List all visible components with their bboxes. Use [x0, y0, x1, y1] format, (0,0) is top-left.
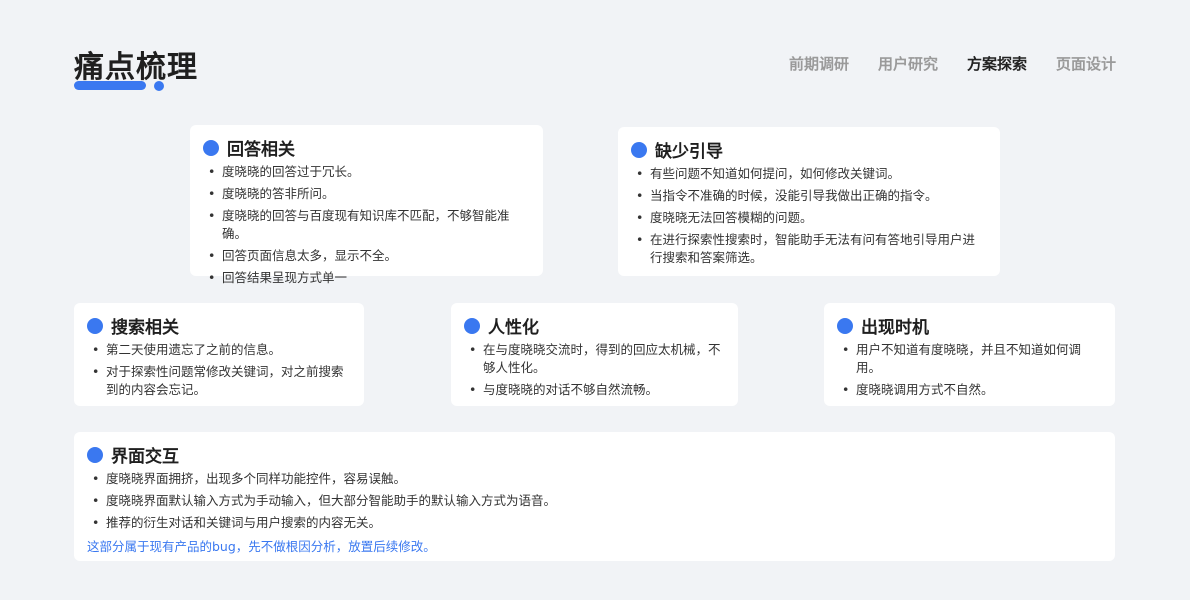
bullet-dot-icon — [87, 317, 103, 334]
card-timing: 出现时机 用户不知道有度晓晓，并且不知道如何调用。 度晓晓调用方式不自然。 — [824, 303, 1115, 406]
card-search: 搜索相关 第二天使用遗忘了之前的信息。 对于探索性问题常修改关键词，对之前搜索到… — [74, 303, 364, 406]
nav-item-solution[interactable]: 方案探索 — [967, 53, 1027, 74]
card-interface: 界面交互 度晓晓界面拥挤，出现多个同样功能控件，容易误触。 度晓晓界面默认输入方… — [74, 432, 1115, 561]
card-search-title: 搜索相关 — [111, 318, 179, 338]
card-guide-title: 缺少引导 — [655, 142, 723, 162]
card-guide: 缺少引导 有些问题不知道如何提问，如何修改关键词。 当指令不准确的时候，没能引导… — [618, 127, 1000, 276]
list-item: 在与度晓晓交流时，得到的回应太机械，不够人性化。 — [469, 341, 722, 377]
list-item: 有些问题不知道如何提问，如何修改关键词。 — [636, 165, 986, 183]
title-underline-bar — [74, 81, 146, 90]
nav-item-user-study[interactable]: 用户研究 — [878, 53, 938, 74]
card-humanize-title: 人性化 — [488, 318, 539, 338]
bullet-dot-icon — [87, 446, 103, 463]
list-item: 当指令不准确的时候，没能引导我做出正确的指令。 — [636, 187, 986, 205]
card-search-list: 第二天使用遗忘了之前的信息。 对于探索性问题常修改关键词，对之前搜索到的内容会忘… — [92, 341, 344, 403]
list-item: 推荐的衍生对话和关键词与用户搜索的内容无关。 — [92, 514, 1105, 532]
card-humanize-list: 在与度晓晓交流时，得到的回应太机械，不够人性化。 与度晓晓的对话不够自然流畅。 — [469, 341, 722, 403]
card-interface-title: 界面交互 — [111, 447, 179, 467]
list-item: 对于探索性问题常修改关键词，对之前搜索到的内容会忘记。 — [92, 363, 344, 399]
bullet-dot-icon — [837, 317, 853, 334]
card-guide-header: 缺少引导 — [631, 137, 723, 162]
card-timing-header: 出现时机 — [837, 313, 929, 338]
list-item: 第二天使用遗忘了之前的信息。 — [92, 341, 344, 359]
card-timing-list: 用户不知道有度晓晓，并且不知道如何调用。 度晓晓调用方式不自然。 — [842, 341, 1105, 403]
bullet-dot-icon — [464, 317, 480, 334]
list-item: 度晓晓界面拥挤，出现多个同样功能控件，容易误触。 — [92, 470, 1105, 488]
list-item: 度晓晓的答非所问。 — [208, 185, 533, 203]
card-humanize-header: 人性化 — [464, 313, 539, 338]
card-answer-header: 回答相关 — [203, 135, 295, 160]
card-interface-list: 度晓晓界面拥挤，出现多个同样功能控件，容易误触。 度晓晓界面默认输入方式为手动输… — [92, 470, 1105, 536]
card-answer: 回答相关 度晓晓的回答过于冗长。 度晓晓的答非所问。 度晓晓的回答与百度现有知识… — [190, 125, 543, 287]
list-item: 回答页面信息太多，显示不全。 — [208, 247, 533, 265]
list-item: 用户不知道有度晓晓，并且不知道如何调用。 — [842, 341, 1105, 377]
title-underline-dot — [154, 81, 164, 91]
list-item: 回答结果呈现方式单一 — [208, 269, 533, 287]
card-search-header: 搜索相关 — [87, 313, 179, 338]
card-answer-title: 回答相关 — [227, 140, 295, 160]
list-item: 与度晓晓的对话不够自然流畅。 — [469, 381, 722, 399]
card-interface-header: 界面交互 — [87, 442, 179, 467]
list-item: 度晓晓的回答过于冗长。 — [208, 163, 533, 181]
card-guide-list: 有些问题不知道如何提问，如何修改关键词。 当指令不准确的时候，没能引导我做出正确… — [636, 165, 986, 271]
card-humanize: 人性化 在与度晓晓交流时，得到的回应太机械，不够人性化。 与度晓晓的对话不够自然… — [451, 303, 738, 406]
page-title: 痛点梳理 — [74, 50, 198, 85]
nav-item-page-design[interactable]: 页面设计 — [1056, 53, 1116, 74]
card-interface-note: 这部分属于现有产品的bug，先不做根因分析，放置后续修改。 — [87, 539, 436, 554]
card-answer-list: 度晓晓的回答过于冗长。 度晓晓的答非所问。 度晓晓的回答与百度现有知识库不匹配，… — [208, 163, 533, 291]
top-nav: 前期调研 用户研究 方案探索 页面设计 — [789, 53, 1116, 74]
list-item: 度晓晓界面默认输入方式为手动输入，但大部分智能助手的默认输入方式为语音。 — [92, 492, 1105, 510]
list-item: 度晓晓的回答与百度现有知识库不匹配，不够智能准确。 — [208, 207, 533, 243]
list-item: 度晓晓无法回答模糊的问题。 — [636, 209, 986, 227]
nav-item-research[interactable]: 前期调研 — [789, 53, 849, 74]
bullet-dot-icon — [631, 141, 647, 158]
list-item: 度晓晓调用方式不自然。 — [842, 381, 1105, 399]
card-timing-title: 出现时机 — [861, 318, 929, 338]
list-item: 在进行探索性搜索时，智能助手无法有问有答地引导用户进行搜索和答案筛选。 — [636, 231, 986, 267]
bullet-dot-icon — [203, 139, 219, 156]
